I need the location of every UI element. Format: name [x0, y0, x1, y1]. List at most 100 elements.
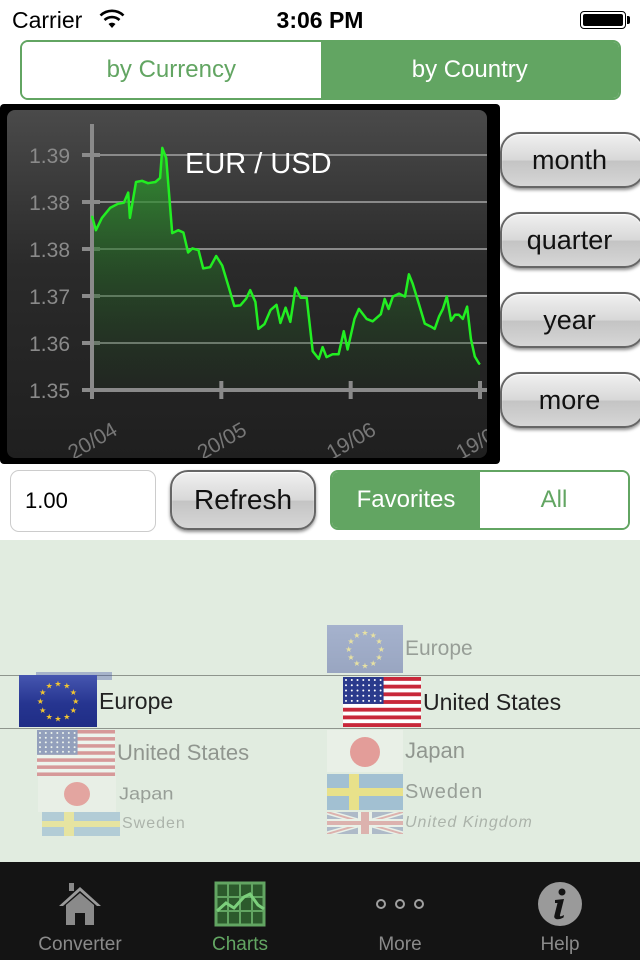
data-point — [159, 177, 161, 179]
picker-right-label-europe: Europe — [405, 637, 473, 660]
data-point — [239, 304, 241, 306]
refresh-button[interactable]: Refresh — [170, 470, 316, 530]
data-point — [109, 207, 111, 209]
picker-left-row-united-states[interactable]: United States — [37, 730, 249, 776]
y-tick-label: 1.35 — [29, 380, 70, 403]
picker-right-row-japan[interactable]: Japan — [327, 730, 465, 772]
y-tick-label: 1.38 — [29, 239, 70, 262]
data-point — [398, 293, 400, 295]
data-point — [257, 328, 259, 330]
data-point — [161, 147, 163, 149]
picker-right-row-united-kingdom[interactable]: United Kingdom — [327, 812, 533, 834]
data-point — [300, 297, 302, 299]
tab-charts-label: Charts — [212, 934, 268, 955]
svg-text:★: ★ — [361, 661, 368, 670]
svg-text:★: ★ — [347, 653, 354, 662]
svg-text:★: ★ — [63, 712, 70, 721]
picker-right-row-europe[interactable]: ★ ★ ★ ★ ★ ★ ★ ★ ★ ★ ★ ★ Europe — [327, 625, 473, 673]
us-flag-icon — [343, 677, 421, 727]
svg-text:★: ★ — [353, 631, 360, 640]
data-point — [404, 296, 406, 298]
segment-all[interactable]: All — [480, 472, 628, 528]
picker-left-label-japan: Japan — [119, 783, 174, 804]
data-point — [294, 287, 297, 289]
se-flag-icon — [42, 812, 120, 836]
app-root: Carrier 3:06 PM by Currency by Country 1… — [0, 0, 640, 960]
y-tick-label: 1.39 — [29, 145, 70, 168]
period-year-button[interactable]: year — [500, 292, 640, 348]
amount-input[interactable] — [10, 470, 156, 532]
more-dots-icon — [370, 876, 430, 932]
data-point — [249, 289, 251, 291]
period-month-button[interactable]: month — [500, 132, 640, 188]
data-point — [479, 363, 481, 365]
data-point — [338, 353, 340, 355]
picker-left-row-japan[interactable]: Japan — [38, 776, 174, 812]
data-point — [434, 328, 436, 330]
tab-bar: Converter Charts More Help — [0, 862, 640, 960]
status-bar: Carrier 3:06 PM — [0, 0, 640, 40]
period-more-button[interactable]: more — [500, 372, 640, 428]
data-point — [147, 182, 149, 184]
picker-right-label-united-kingdom: United Kingdom — [405, 814, 533, 831]
data-point — [101, 217, 103, 219]
data-point — [470, 338, 472, 340]
data-point — [325, 356, 328, 358]
battery-icon — [580, 11, 626, 29]
period-more-label: more — [538, 384, 601, 415]
jp-flag-icon — [327, 730, 403, 772]
svg-text:★: ★ — [70, 688, 77, 697]
data-point — [191, 247, 193, 249]
eu-flag-icon: ★ ★ ★ ★ ★ ★ ★ ★ ★ ★ ★ ★ — [327, 625, 403, 673]
data-point — [263, 323, 265, 325]
picker-right-row-united-states[interactable]: United States — [343, 676, 561, 728]
svg-text:★: ★ — [361, 629, 368, 638]
data-point — [446, 296, 448, 298]
data-point — [254, 301, 256, 303]
svg-text:★: ★ — [72, 697, 79, 706]
segment-by-currency[interactable]: by Currency — [22, 42, 321, 98]
data-point — [332, 353, 334, 355]
picker-left-row-europe[interactable]: ★ ★ ★ ★ ★ ★ ★ ★ ★ ★ ★ ★ Europe — [19, 675, 173, 727]
se-flag-icon — [327, 774, 403, 810]
chart-title: EUR / USD — [185, 148, 332, 180]
country-picker[interactable]: ★ ★ ★ ★ ★ ★ ★ ★ ★ ★ ★ ★ Europe United States Japan — [0, 540, 640, 862]
data-point — [408, 273, 410, 275]
data-point — [322, 346, 324, 348]
data-point — [233, 305, 235, 307]
x-tick-label: 19/07 — [452, 418, 487, 458]
data-point — [127, 192, 129, 194]
data-point — [279, 322, 281, 324]
data-point — [372, 320, 374, 322]
picker-left-label-europe: Europe — [99, 687, 174, 714]
y-tick-label: 1.37 — [29, 286, 70, 309]
data-point — [388, 308, 390, 310]
data-point — [312, 350, 314, 352]
period-quarter-button[interactable]: quarter — [500, 212, 640, 268]
tab-help[interactable]: Help — [480, 862, 640, 960]
picker-right-row-sweden[interactable]: Sweden — [327, 774, 483, 810]
data-point — [318, 358, 320, 360]
picker-left-row-sweden[interactable]: Sweden — [42, 812, 186, 836]
tab-more[interactable]: More — [320, 862, 480, 960]
svg-text:★: ★ — [54, 715, 61, 724]
tab-help-label: Help — [540, 934, 580, 955]
picker-right-label-united-states: United States — [423, 688, 562, 715]
data-point — [353, 318, 356, 320]
segment-favorites[interactable]: Favorites — [332, 472, 480, 528]
data-point — [466, 306, 468, 308]
tab-converter-label: Converter — [38, 934, 122, 955]
data-point — [343, 330, 345, 332]
data-point — [221, 264, 223, 267]
data-point — [347, 348, 349, 351]
tab-charts[interactable]: Charts — [160, 862, 320, 960]
segment-by-country[interactable]: by Country — [320, 42, 619, 98]
data-point — [171, 232, 173, 234]
data-point — [442, 308, 444, 310]
chart-grid-icon — [210, 876, 270, 932]
data-point — [165, 157, 167, 159]
period-month-label: month — [531, 144, 608, 175]
tab-converter[interactable]: Converter — [0, 862, 160, 960]
data-point — [430, 326, 432, 328]
data-point — [438, 316, 440, 318]
